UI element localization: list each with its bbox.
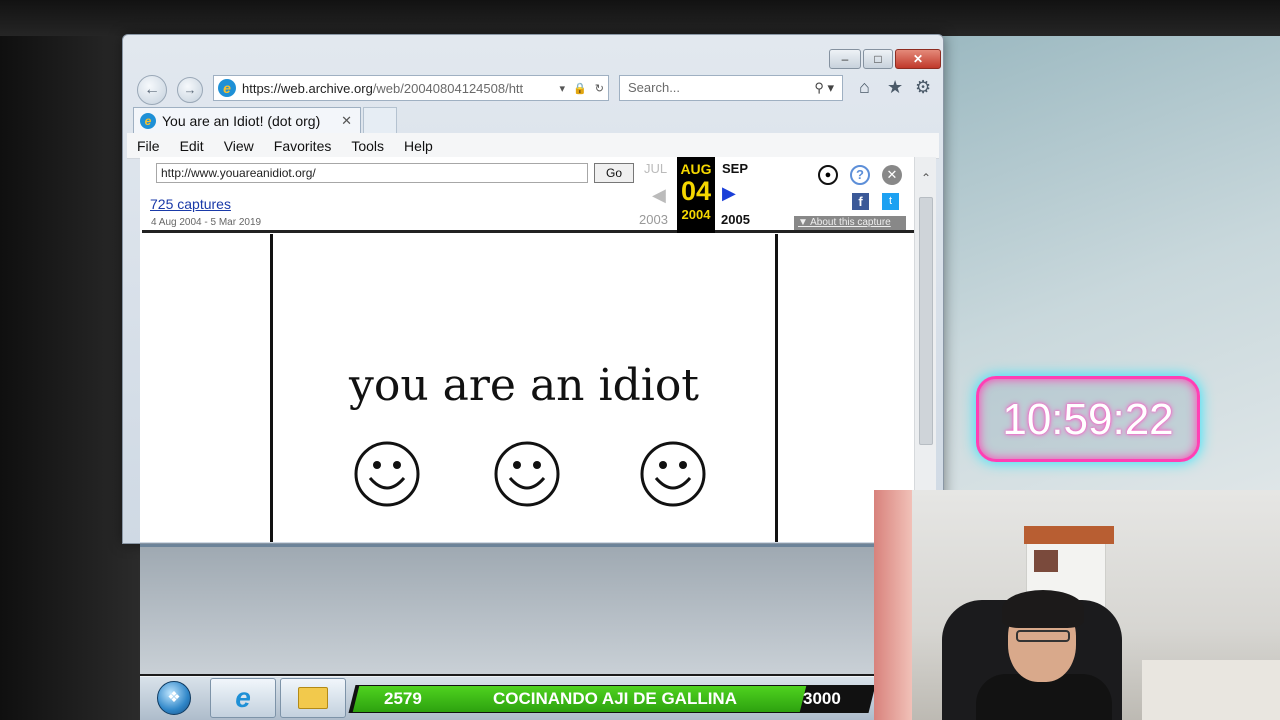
- streamer-hair: [1002, 590, 1084, 628]
- favorites-star-icon[interactable]: ★: [887, 77, 903, 98]
- taskbar-explorer-button[interactable]: [280, 678, 346, 718]
- about-capture-link[interactable]: ▼ About this capture: [794, 216, 906, 230]
- user-icon[interactable]: ●: [818, 165, 838, 185]
- goal-title: COCINANDO AJI DE GALLINA: [493, 689, 737, 708]
- next-month[interactable]: SEP: [722, 161, 748, 176]
- background-top: [0, 0, 1280, 36]
- goal-current: 2579: [384, 689, 422, 708]
- clock-time: 10:59:22: [1002, 395, 1174, 444]
- next-year[interactable]: 2005: [721, 212, 750, 227]
- refresh-icon[interactable]: ↻: [595, 82, 604, 95]
- lock-icon[interactable]: 🔒: [573, 82, 587, 95]
- windows-logo-icon: ❖: [157, 681, 191, 715]
- facebook-icon[interactable]: f: [852, 193, 869, 210]
- new-tab-button[interactable]: [363, 107, 397, 133]
- url-rest: /web/20040804124508/htt: [372, 80, 524, 96]
- menu-help[interactable]: Help: [394, 138, 443, 154]
- back-button[interactable]: ←: [137, 75, 167, 105]
- scroll-up-icon[interactable]: ⌃: [915, 171, 937, 185]
- poster: [1034, 550, 1058, 572]
- glasses: [1016, 630, 1070, 642]
- close-tab-icon[interactable]: ✕: [341, 113, 352, 129]
- current-year: 2004: [681, 207, 711, 222]
- search-icon[interactable]: ⚲ ▾: [814, 76, 834, 100]
- gear-icon[interactable]: ⚙: [915, 77, 931, 98]
- home-icon[interactable]: ⌂: [859, 77, 870, 98]
- help-icon[interactable]: ?: [850, 165, 870, 185]
- shelf: [1024, 526, 1114, 544]
- address-bar[interactable]: e https://web.archive.org/web/2004080412…: [213, 75, 609, 101]
- smiley-icon: [494, 441, 560, 507]
- capture-date-range: 4 Aug 2004 - 5 Mar 2019: [151, 217, 262, 228]
- search-input[interactable]: Search... ⚲ ▾: [619, 75, 843, 101]
- current-capture: AUG 04 2004: [677, 157, 715, 233]
- forward-button[interactable]: →: [177, 77, 203, 103]
- forward-arrow-icon: →: [183, 82, 197, 97]
- webcam-feed: [874, 490, 1280, 720]
- goal-target: 3000: [803, 689, 841, 708]
- prev-capture-icon[interactable]: ◀: [652, 185, 666, 206]
- back-arrow-icon: ←: [144, 81, 160, 98]
- close-toolbar-icon[interactable]: ✕: [882, 165, 902, 185]
- archived-page: you are an idiot: [270, 234, 778, 542]
- ie-page-icon: e: [218, 79, 236, 97]
- menu-view[interactable]: View: [214, 138, 264, 154]
- menu-bar: File Edit View Favorites Tools Help: [127, 133, 939, 159]
- current-day: 04: [680, 176, 712, 206]
- url-domain: archive.org: [308, 80, 373, 96]
- tab-active[interactable]: e You are an Idiot! (dot org) ✕: [133, 107, 361, 133]
- twitter-icon[interactable]: t: [882, 193, 899, 210]
- menu-favorites[interactable]: Favorites: [264, 138, 342, 154]
- dropdown-icon[interactable]: ▾: [560, 82, 566, 95]
- menu-file[interactable]: File: [127, 138, 170, 154]
- bed: [1142, 660, 1280, 720]
- ie-tab-icon: e: [140, 112, 156, 129]
- next-capture-icon[interactable]: ▶: [722, 183, 736, 204]
- scroll-thumb[interactable]: [919, 197, 933, 445]
- search-placeholder: Search...: [628, 80, 681, 95]
- menu-edit[interactable]: Edit: [170, 138, 214, 154]
- smiley-icon: [640, 441, 706, 507]
- page-headline: you are an idiot: [348, 360, 699, 411]
- go-button[interactable]: Go: [594, 163, 634, 183]
- background-left: [0, 0, 140, 720]
- wayback-url-input[interactable]: http://www.youareanidiot.org/: [156, 163, 588, 183]
- clock-overlay: 10:59:22: [976, 376, 1200, 462]
- url-prefix: https://web.: [242, 80, 309, 96]
- close-window-button[interactable]: ✕: [895, 49, 941, 69]
- curtain: [874, 490, 912, 720]
- start-button[interactable]: ❖: [146, 678, 202, 718]
- maximize-button[interactable]: □: [863, 49, 893, 69]
- desktop-lower-area: [140, 544, 880, 674]
- prev-month[interactable]: JUL: [644, 161, 667, 176]
- current-month: AUG: [680, 161, 712, 177]
- internet-explorer-icon: e: [235, 682, 251, 713]
- vertical-scrollbar[interactable]: ⌃: [914, 157, 936, 542]
- taskbar-ie-button[interactable]: e: [210, 678, 276, 718]
- captures-link[interactable]: 725 captures: [150, 196, 231, 212]
- minimize-button[interactable]: –: [829, 49, 861, 69]
- menu-tools[interactable]: Tools: [341, 138, 394, 154]
- tab-title: You are an Idiot! (dot org): [162, 112, 321, 129]
- smiley-icon: [354, 441, 420, 507]
- folder-icon: [298, 687, 328, 709]
- prev-year[interactable]: 2003: [639, 212, 668, 227]
- address-url[interactable]: https://web.archive.org/web/200408041245…: [242, 81, 556, 96]
- wayback-toolbar: http://www.youareanidiot.org/ Go 725 cap…: [142, 157, 914, 233]
